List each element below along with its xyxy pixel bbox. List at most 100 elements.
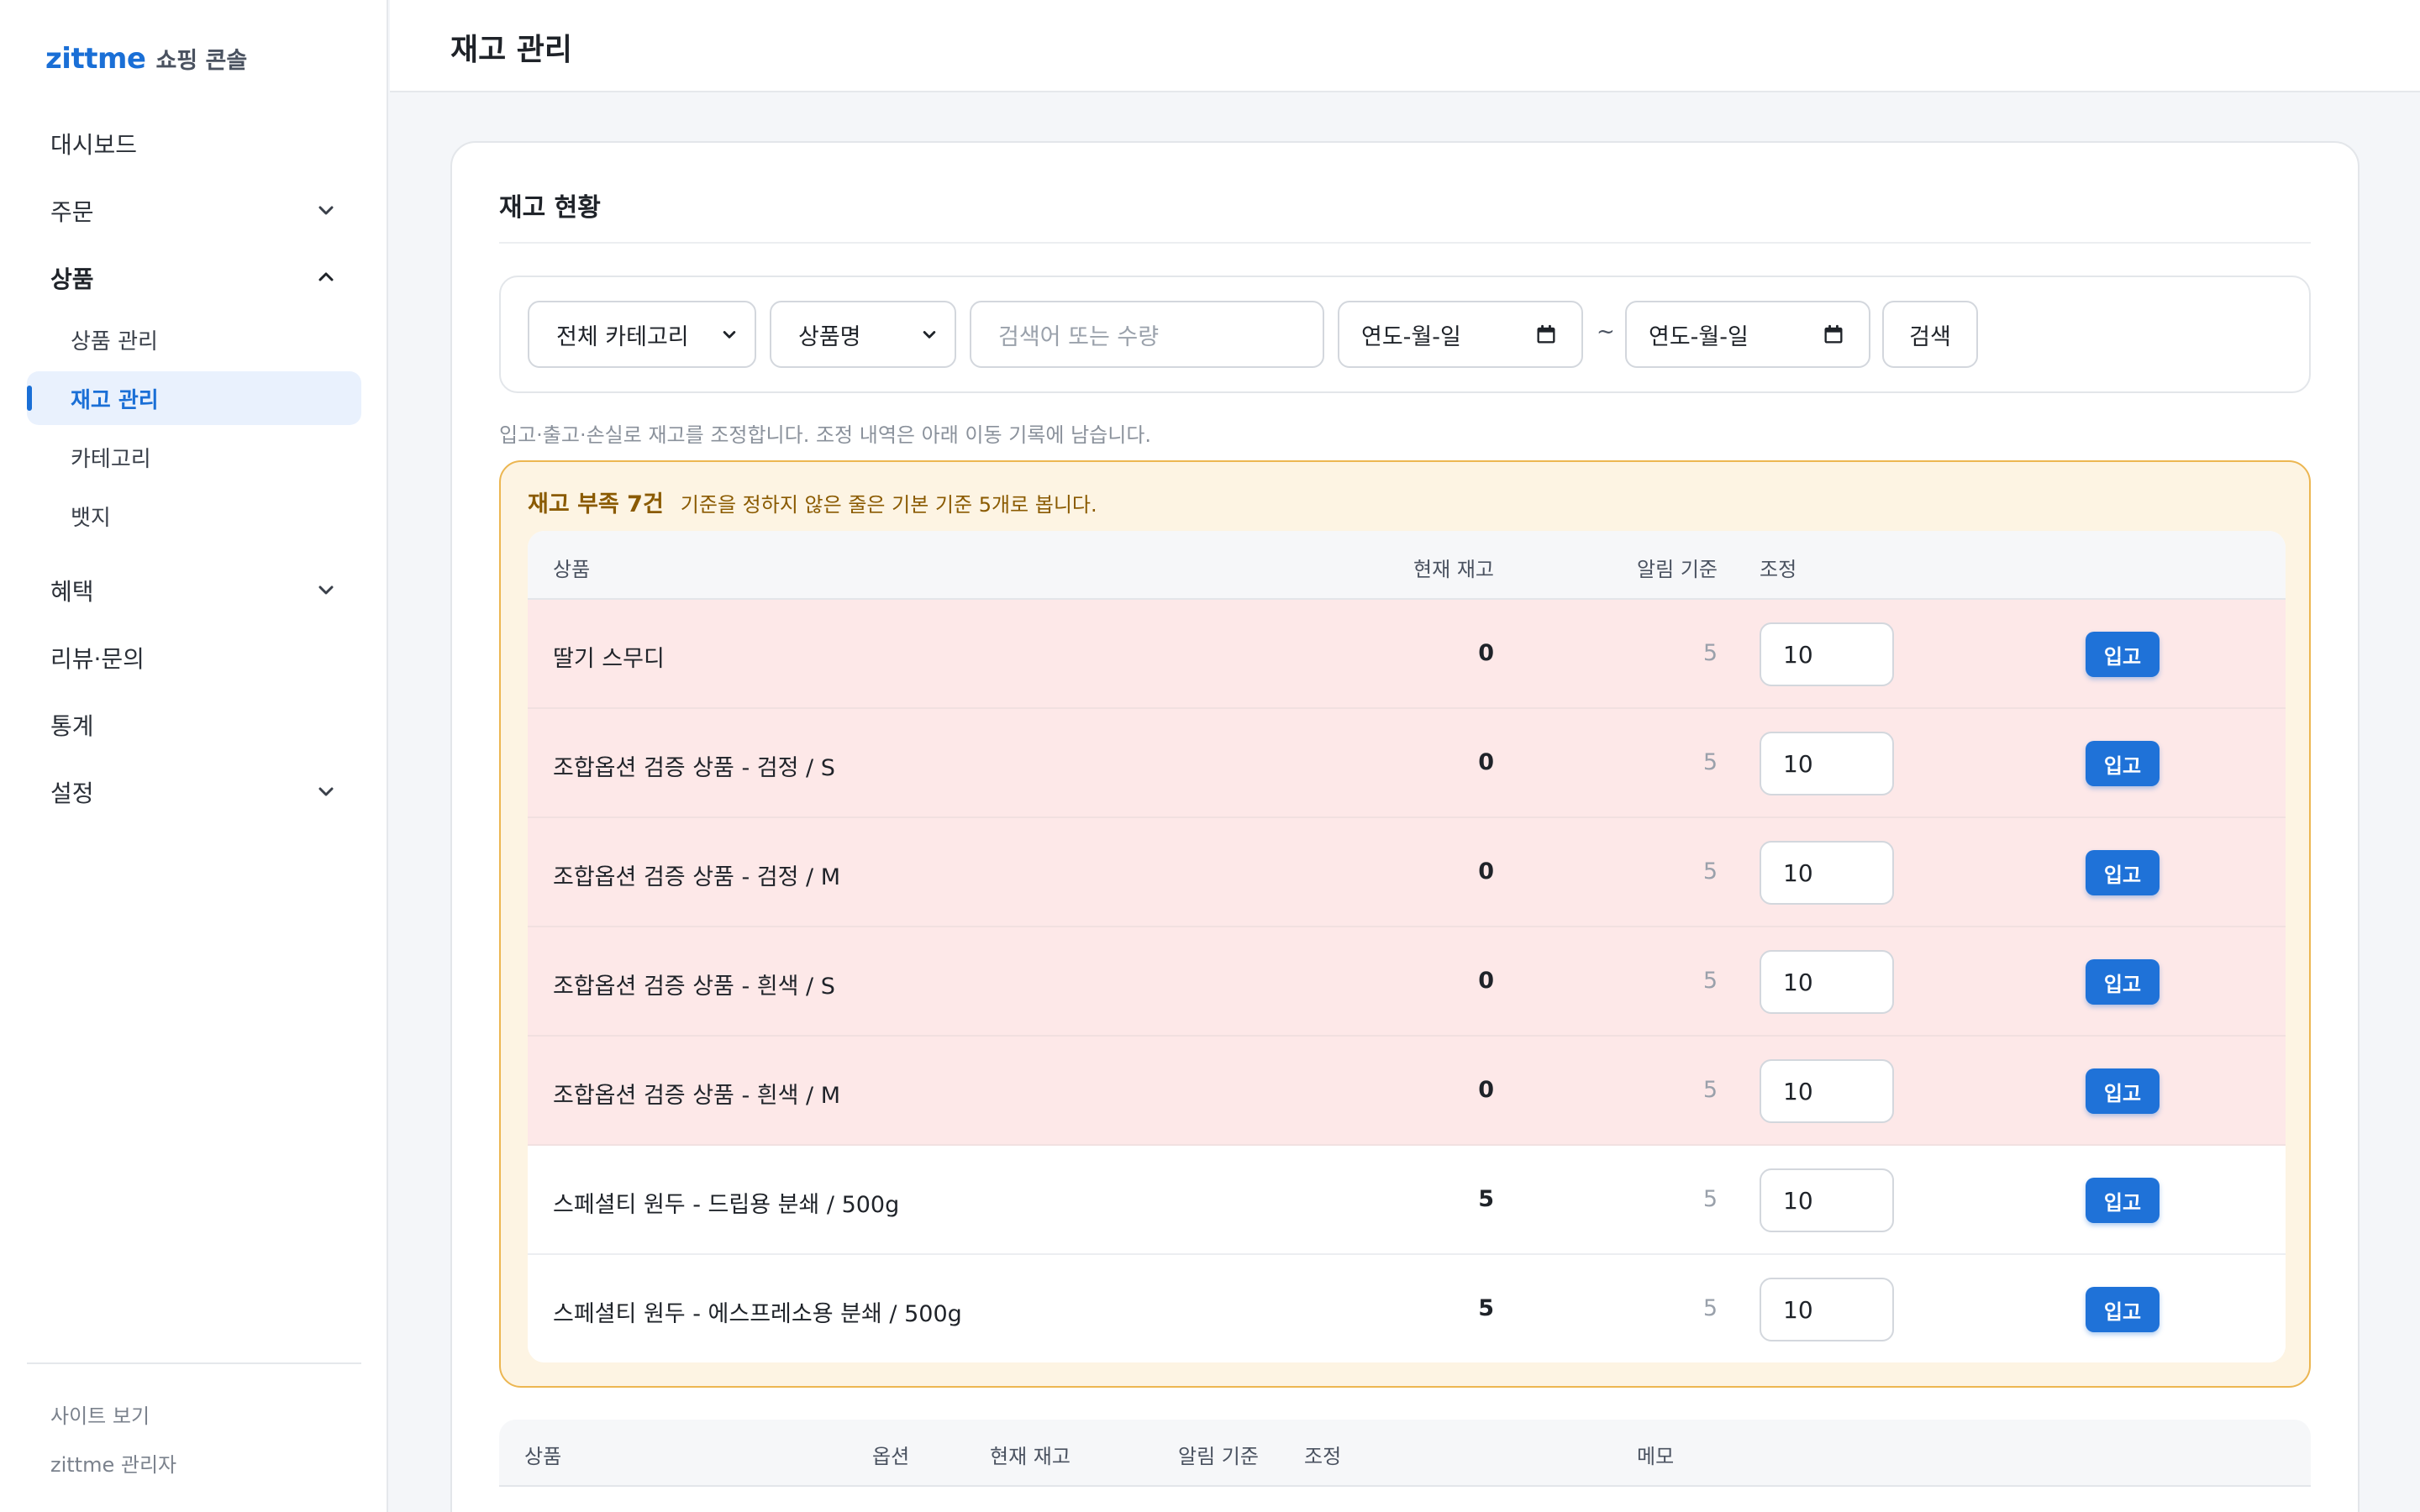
alert-threshold: 5 — [1702, 858, 1718, 885]
sidebar-item-dashboard[interactable]: 대시보드 — [27, 114, 361, 173]
product-name: 딸기 스무디 — [553, 646, 665, 672]
stock-in-button[interactable]: 입고 — [2086, 850, 2160, 895]
current-stock: 0 — [1478, 749, 1494, 775]
sidebar-subitem-label: 재고 관리 — [71, 387, 159, 413]
sidebar-item-label: 주문 — [50, 198, 94, 226]
table-row: 조합옵션 검증 상품 - 검정 / M 0 5 입고 — [528, 818, 2286, 927]
chevron-down-icon — [318, 206, 334, 215]
column-header-stock: 현재 재고 — [1413, 558, 1494, 581]
product-name: 조합옵션 검증 상품 - 검정 / M — [553, 864, 841, 890]
product-name: 조합옵션 검증 상품 - 검정 / S — [553, 755, 835, 781]
filter-bar: 전체 카테고리 상품명 검색어 또는 수량 연도-월-일 ~ 연도-월-일 검색 — [499, 276, 2311, 393]
sidebar-subitem-label: 뱃지 — [71, 505, 111, 531]
sidebar-item-label: 대시보드 — [50, 131, 138, 159]
sidebar-subitem-inventory[interactable]: 재고 관리 — [27, 371, 361, 425]
stock-in-button[interactable]: 입고 — [2086, 1287, 2160, 1332]
inventory-table: 상품 옵션 현재 재고 알림 기준 조정 메모 — [499, 1420, 2311, 1512]
alert-threshold: 5 — [1702, 1295, 1718, 1321]
card-title: 재고 현황 — [499, 193, 601, 223]
adjust-quantity-input[interactable] — [1760, 732, 1894, 795]
column-header-option: 옵션 — [872, 1445, 910, 1468]
category-select-value: 전체 카테고리 — [556, 323, 689, 350]
column-header-threshold: 알림 기준 — [1178, 1445, 1259, 1468]
search-button[interactable]: 검색 — [1882, 301, 1978, 368]
calendar-icon[interactable] — [1822, 323, 1845, 346]
sidebar-item-products[interactable]: 상품 — [27, 249, 361, 307]
sidebar-item-orders[interactable]: 주문 — [27, 181, 361, 240]
sidebar-subitem-badge[interactable]: 뱃지 — [27, 489, 361, 543]
column-header-adjust: 조정 — [1760, 558, 1797, 581]
sidebar-subitem-label: 카테고리 — [71, 446, 151, 472]
current-stock: 5 — [1478, 1186, 1494, 1212]
low-stock-panel: 재고 부족 7건 기준을 정하지 않은 줄은 기본 기준 5개로 봅니다. 상품… — [499, 460, 2311, 1388]
brand[interactable]: zittme 쇼핑 콘솔 — [45, 42, 247, 76]
table-row: 딸기 스무디 0 5 입고 — [528, 600, 2286, 709]
table-row: 스페셜티 원두 - 에스프레소용 분쇄 / 500g 5 5 입고 — [528, 1255, 2286, 1362]
column-header-memo: 메모 — [1637, 1445, 1675, 1468]
category-select[interactable]: 전체 카테고리 — [528, 301, 756, 368]
product-name: 조합옵션 검증 상품 - 흰색 / S — [553, 974, 835, 1000]
alert-threshold: 5 — [1702, 968, 1718, 994]
search-input[interactable]: 검색어 또는 수량 — [970, 301, 1324, 368]
current-stock: 5 — [1478, 1295, 1494, 1321]
product-name: 스페셜티 원두 - 에스프레소용 분쇄 / 500g — [553, 1301, 962, 1327]
sidebar-item-label: 설정 — [50, 780, 94, 807]
date-to-placeholder: 연도-월-일 — [1649, 323, 1749, 350]
chevron-down-icon — [318, 585, 334, 595]
sidebar-item-stats[interactable]: 통계 — [27, 696, 361, 754]
column-header-product: 상품 — [524, 1445, 562, 1468]
search-field-select[interactable]: 상품명 — [770, 301, 956, 368]
stock-in-button[interactable]: 입고 — [2086, 632, 2160, 677]
adjust-quantity-input[interactable] — [1760, 950, 1894, 1014]
chevron-down-icon — [723, 331, 736, 339]
calendar-icon[interactable] — [1534, 323, 1558, 346]
sidebar-item-settings[interactable]: 설정 — [27, 763, 361, 822]
date-from-input[interactable]: 연도-월-일 — [1338, 301, 1583, 368]
low-stock-title: 재고 부족 7건 — [528, 491, 664, 517]
adjust-quantity-input[interactable] — [1760, 1278, 1894, 1341]
chevron-up-icon — [318, 272, 334, 281]
adjust-quantity-input[interactable] — [1760, 841, 1894, 905]
sidebar-subitem-category[interactable]: 카테고리 — [27, 430, 361, 484]
date-from-placeholder: 연도-월-일 — [1361, 323, 1461, 350]
column-header-stock: 현재 재고 — [990, 1445, 1071, 1468]
sidebar: zittme 쇼핑 콘솔 대시보드 주문 상품 상품 관리 재고 관리 카테고리… — [0, 0, 388, 1512]
help-text: 입고·출고·손실로 재고를 조정합니다. 조정 내역은 아래 이동 기록에 남습… — [499, 423, 1152, 447]
low-stock-header: 재고 부족 7건 기준을 정하지 않은 줄은 기본 기준 5개로 봅니다. — [528, 486, 1097, 518]
sidebar-item-label: 리뷰·문의 — [50, 645, 145, 673]
table-row: 조합옵션 검증 상품 - 흰색 / S 0 5 입고 — [528, 927, 2286, 1037]
sidebar-item-label: 혜택 — [50, 578, 94, 606]
alert-threshold: 5 — [1702, 749, 1718, 775]
adjust-quantity-input[interactable] — [1760, 1059, 1894, 1123]
column-header-product: 상품 — [553, 558, 591, 581]
current-stock: 0 — [1478, 968, 1494, 994]
sidebar-item-benefits[interactable]: 혜택 — [27, 561, 361, 620]
current-stock: 0 — [1478, 1077, 1494, 1103]
column-header-threshold: 알림 기준 — [1637, 558, 1718, 581]
brand-subtitle: 쇼핑 콘솔 — [155, 48, 248, 74]
sidebar-subitem-product-management[interactable]: 상품 관리 — [27, 312, 361, 366]
adjust-quantity-input[interactable] — [1760, 1168, 1894, 1232]
table-row: 조합옵션 검증 상품 - 검정 / S 0 5 입고 — [528, 709, 2286, 818]
product-name: 조합옵션 검증 상품 - 흰색 / M — [553, 1083, 841, 1109]
table-row: 스페셜티 원두 - 드립용 분쇄 / 500g 5 5 입고 — [528, 1146, 2286, 1255]
stock-in-button[interactable]: 입고 — [2086, 1178, 2160, 1223]
table-header: 상품 옵션 현재 재고 알림 기준 조정 메모 — [499, 1420, 2311, 1487]
sidebar-item-label: 상품 — [50, 265, 94, 293]
adjust-quantity-input[interactable] — [1760, 622, 1894, 686]
table-header: 상품 현재 재고 알림 기준 조정 — [528, 531, 2286, 600]
low-stock-table: 상품 현재 재고 알림 기준 조정 딸기 스무디 0 5 입고 조합옵션 검증 … — [528, 531, 2286, 1362]
topbar: 재고 관리 — [390, 0, 2420, 92]
date-separator: ~ — [1597, 319, 1615, 344]
stock-in-button[interactable]: 입고 — [2086, 959, 2160, 1005]
alert-threshold: 5 — [1702, 1077, 1718, 1103]
alert-threshold: 5 — [1702, 640, 1718, 666]
view-site-link[interactable]: 사이트 보기 — [50, 1399, 150, 1429]
stock-in-button[interactable]: 입고 — [2086, 1068, 2160, 1114]
product-name: 스페셜티 원두 - 드립용 분쇄 / 500g — [553, 1192, 900, 1218]
date-to-input[interactable]: 연도-월-일 — [1625, 301, 1870, 368]
sidebar-item-reviews[interactable]: 리뷰·문의 — [27, 628, 361, 687]
card-divider — [499, 242, 2311, 244]
brand-logo[interactable]: zittme — [45, 42, 146, 76]
stock-in-button[interactable]: 입고 — [2086, 741, 2160, 786]
